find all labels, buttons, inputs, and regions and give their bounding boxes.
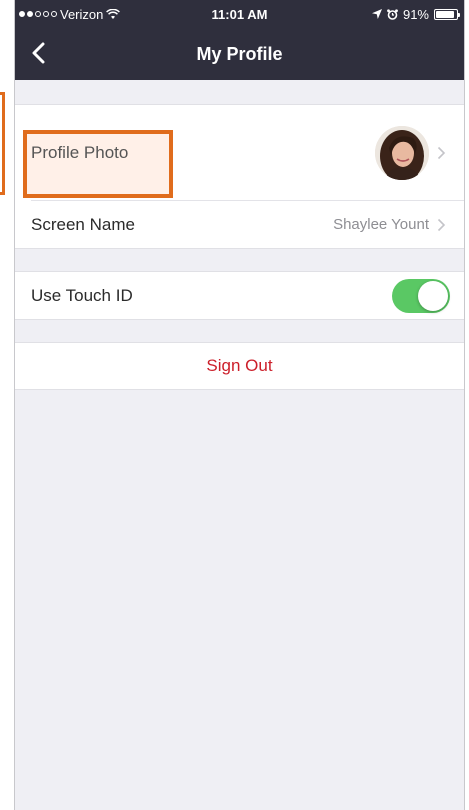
profile-photo-row[interactable]: Profile Photo [15,105,464,200]
wifi-icon [106,8,121,19]
profile-photo-label: Profile Photo [31,142,129,162]
profile-group: Profile Photo Screen Name Shaylee Yount [15,104,464,249]
location-arrow-icon [371,9,382,19]
screen-name-value-wrap: Shaylee Yount [333,216,464,233]
touch-id-label: Use Touch ID [31,285,133,305]
touch-id-toggle[interactable] [392,278,450,313]
page-title: My Profile [196,43,283,64]
battery-icon [434,8,460,20]
back-button[interactable] [23,38,53,68]
touch-id-row: Use Touch ID [15,272,464,319]
sign-out-button[interactable]: Sign Out [15,343,464,389]
navigation-bar: My Profile [15,28,464,80]
status-right: 91% [371,6,460,22]
phone-screen: Verizon 11:01 AM 91% My Profile Profile … [14,0,465,810]
profile-photo-value [375,125,464,180]
top-bar: Verizon 11:01 AM 91% My Profile [15,0,464,80]
status-bar: Verizon 11:01 AM 91% [15,0,464,28]
alarm-icon [387,8,398,20]
annotation-edge-marker [0,92,5,195]
security-group: Use Touch ID [15,271,464,320]
chevron-right-icon [437,218,446,231]
annotation-highlight-box [23,130,173,198]
chevron-left-icon [32,42,45,64]
carrier-name: Verizon [60,6,104,22]
battery-percent: 91% [402,6,429,22]
actions-group: Sign Out [15,342,464,390]
toggle-knob [418,280,448,311]
avatar [375,125,429,180]
screen-name-label: Screen Name [31,214,135,234]
status-left: Verizon [19,6,121,22]
screen-name-row[interactable]: Screen Name Shaylee Yount [15,201,464,248]
screen-name-value: Shaylee Yount [333,216,429,233]
signal-icon [19,11,57,17]
chevron-right-icon [437,146,446,159]
